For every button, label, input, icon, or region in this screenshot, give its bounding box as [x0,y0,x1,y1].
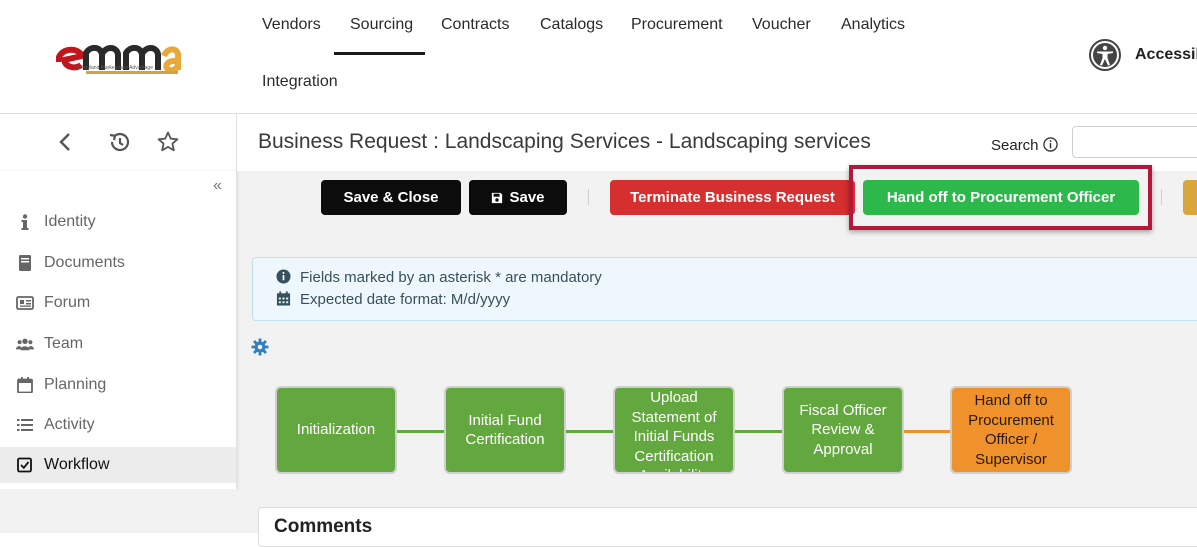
comments-title: Comments [274,516,373,537]
sidebar-item-planning[interactable]: Planning [0,367,236,403]
date-format-note: Expected date format: M/d/yyyy [300,291,511,308]
workflow-step-initialization[interactable]: Initialization [275,386,397,474]
sidebar-item-label: Planning [44,376,107,393]
workflow-step-fiscal-officer-review[interactable]: Fiscal Officer Review & Approval [782,386,904,474]
sidebar-item-workflow[interactable]: Workflow [0,447,236,483]
sidebar-item-label: Activity [44,416,95,433]
forum-icon [16,296,34,310]
more-actions-button[interactable] [1183,180,1197,215]
emma-logo[interactable] [56,38,182,78]
sidebar-item-label: Forum [44,294,91,311]
workflow-step-initial-fund-certification[interactable]: Initial Fund Certification [444,386,566,474]
page-title: Business Request : Landscaping Services … [258,130,871,153]
back-icon[interactable] [54,130,78,154]
sidebar: « Identity Documents Forum Team Planning… [0,171,236,489]
save-button[interactable]: Save [469,180,567,215]
info-alert [252,257,1197,321]
sidebar-footer [0,489,236,533]
floppy-disk-icon [492,192,503,203]
info-circle-icon [276,269,291,284]
calendar-icon [17,377,33,393]
sidebar-item-identity[interactable]: Identity [0,204,236,240]
terminate-business-request-button[interactable]: Terminate Business Request [610,180,855,215]
nav-procurement[interactable]: Procurement [631,16,723,34]
nav-contracts[interactable]: Contracts [441,16,509,34]
logo-tagline: eMaryland Marketplace Advantage [76,65,153,71]
sidebar-item-activity[interactable]: Activity [0,407,236,443]
nav-catalogs[interactable]: Catalogs [540,16,603,34]
workflow-step-label: Fiscal Officer Review & Approval [799,401,887,458]
workflow-step-hand-off-procurement[interactable]: Hand off to Procurement Officer / Superv… [950,386,1072,474]
sidebar-item-label: Identity [44,213,96,230]
save-label: Save [509,189,545,206]
book-icon [19,255,31,271]
top-navigation: eMaryland Marketplace Advantage emma Ven… [0,0,1197,114]
workflow-connector [734,430,782,433]
workflow-step-label: Initial Fund Certification [465,411,545,449]
mandatory-fields-note: Fields marked by an asterisk * are manda… [300,269,602,286]
nav-analytics[interactable]: Analytics [841,16,905,34]
calendar-icon [276,291,291,306]
comments-panel [258,507,1197,547]
info-icon [21,214,29,230]
sidebar-item-label: Workflow [44,456,110,473]
toolbar-divider [1161,189,1162,205]
search-label: Search [991,137,1039,154]
checkbox-icon [17,457,32,473]
save-close-label: Save & Close [343,189,439,206]
terminate-label: Terminate Business Request [630,189,835,206]
workflow-step-label: Hand off to Procurement Officer / Superv… [968,392,1054,468]
save-close-button[interactable]: Save & Close [321,180,461,215]
workflow-step-upload-statement[interactable]: Upload Statement of Initial Funds Certif… [613,386,735,474]
highlight-annotation-box [849,165,1152,230]
workflow-connector [396,430,444,433]
workflow-step-label: Initialization [296,421,376,439]
active-nav-indicator [334,52,425,55]
sidebar-item-team[interactable]: Team [0,326,236,362]
nav-vendors[interactable]: Vendors [262,16,321,34]
history-icon[interactable] [107,130,131,154]
sidebar-item-forum[interactable]: Forum [0,285,236,321]
team-icon [16,338,34,351]
nav-sourcing[interactable]: Sourcing [350,16,413,34]
star-icon[interactable] [156,130,180,154]
info-circle-icon[interactable] [1043,137,1058,152]
workflow-connector [565,430,613,433]
accessibility-icon[interactable] [1089,39,1121,71]
gear-icon[interactable] [251,338,269,356]
search-input[interactable] [1072,126,1197,158]
list-icon [17,419,33,431]
accessibility-label[interactable]: Accessib [1135,46,1197,64]
workflow-step-label: Upload Statement of Initial Funds Certif… [631,389,717,472]
sidebar-item-documents[interactable]: Documents [0,245,236,281]
nav-voucher[interactable]: Voucher [752,16,811,34]
sidebar-item-label: Team [44,335,84,352]
sidebar-item-label: Documents [44,254,125,271]
nav-integration[interactable]: Integration [262,73,338,91]
toolbar-divider [588,189,589,205]
workflow-connector [903,430,950,433]
collapse-sidebar-icon[interactable]: « [213,177,222,195]
